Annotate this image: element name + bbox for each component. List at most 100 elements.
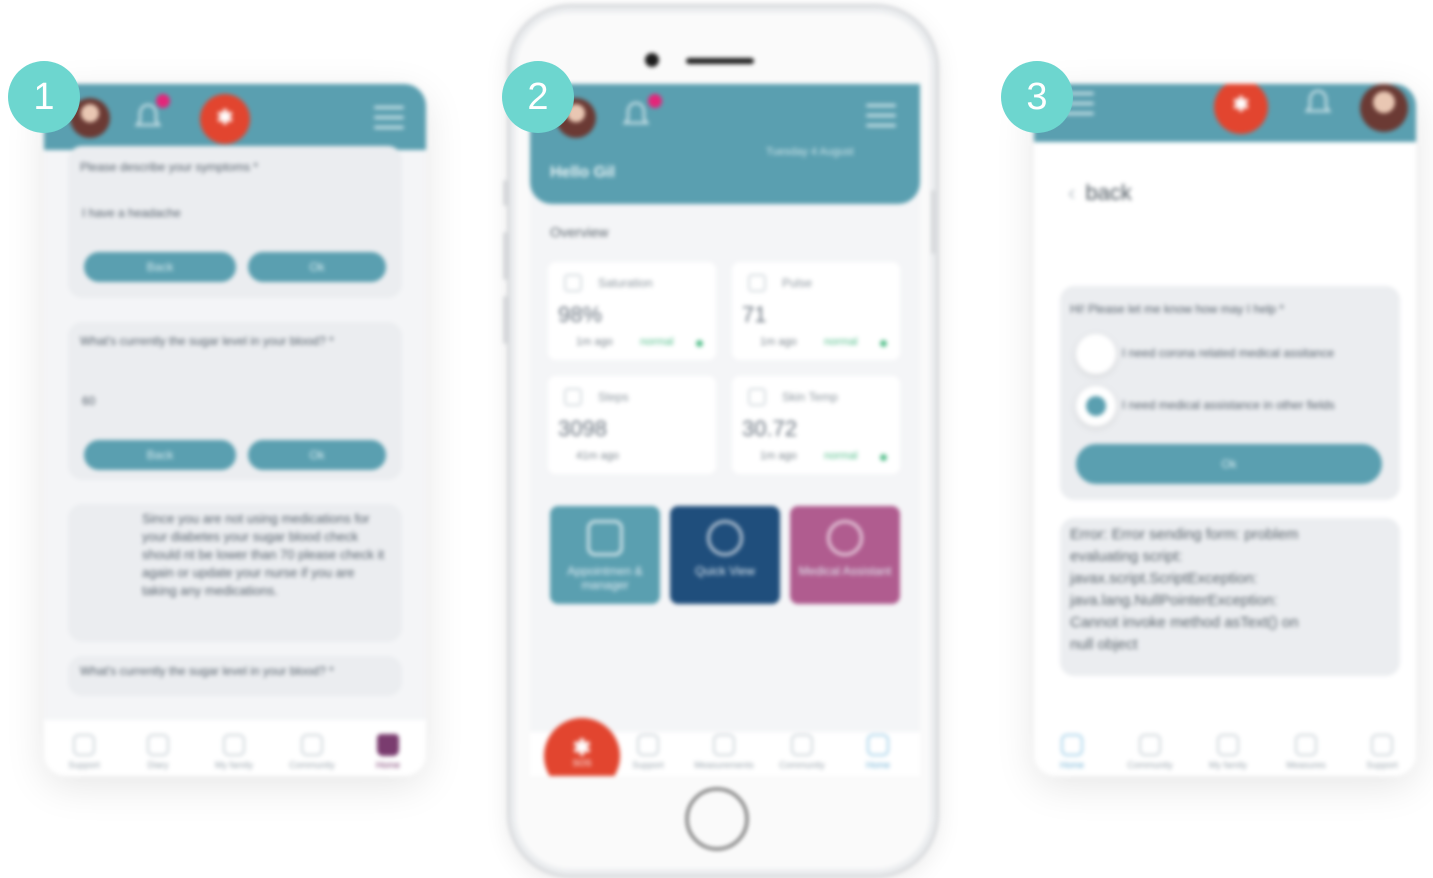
nav-measurements[interactable]: Measurements (694, 734, 754, 770)
ok-button[interactable]: Ok (248, 252, 386, 282)
error-text: Error: Error sending form: problem evalu… (1070, 526, 1299, 653)
nav-family[interactable]: My family (204, 734, 264, 770)
heart-icon (748, 274, 766, 292)
steps-icon (564, 388, 582, 406)
panel-1-chat: ✱ Please describe your symptoms * I have… (44, 84, 426, 776)
home-button[interactable] (686, 788, 748, 850)
phone-button (503, 296, 507, 344)
panel-1-header: ✱ (44, 84, 426, 150)
step-badge-3: 3 (1001, 61, 1073, 133)
step-badge-1: 1 (8, 61, 80, 133)
date-label: Tuesday 4 August (766, 146, 854, 158)
sos-button[interactable]: ✱ (200, 94, 250, 144)
saturation-icon (564, 274, 582, 292)
nav-support[interactable]: Support (1352, 734, 1412, 770)
greeting: Hello Gil (550, 164, 615, 181)
back-link[interactable]: ‹ back (1068, 180, 1132, 206)
pencil-icon (1295, 734, 1317, 756)
pencil-icon (147, 734, 169, 756)
nav-home[interactable]: Home (358, 734, 418, 770)
help-form-card: Hi! Please let me know how may I help * … (1060, 286, 1400, 500)
speaker (686, 58, 754, 64)
bottom-nav: Support Diary My family Community Home (44, 720, 426, 776)
support-icon (1371, 734, 1393, 756)
chat-icon (301, 734, 323, 756)
message-card: Since you are not using medications for … (68, 504, 402, 642)
question-text: What's currently the sugar level in your… (80, 334, 334, 348)
phone-header: Tuesday 4 August Hello Gil (530, 84, 920, 204)
phone-screen: Tuesday 4 August Hello Gil Overview Satu… (530, 84, 920, 776)
nav-home[interactable]: Home (1042, 734, 1102, 770)
nav-measures[interactable]: Measures (1276, 734, 1336, 770)
notification-dot (648, 94, 662, 108)
panel-3-header: ✱ (1034, 84, 1416, 142)
metric-steps[interactable]: Steps 3098 41m ago (548, 376, 716, 474)
support-icon (637, 734, 659, 756)
back-button[interactable]: Back (84, 440, 236, 470)
chat-icon (791, 734, 813, 756)
nav-diary[interactable]: Diary (128, 734, 188, 770)
option-2-label: I need medical assistance in other field… (1122, 398, 1335, 412)
panel-3-help: ✱ ‹ back Hi! Please let me know how may I… (1034, 84, 1416, 776)
answer-text: 60 (82, 394, 96, 408)
answer-text: I have a headache (82, 206, 181, 220)
nav-community[interactable]: Community (282, 734, 342, 770)
metric-saturation[interactable]: Saturation 98% 1m ago normal (548, 262, 716, 360)
ok-button[interactable]: Ok (248, 440, 386, 470)
phone-button (503, 232, 507, 280)
radio-option-1[interactable] (1076, 334, 1116, 374)
notification-dot (156, 94, 170, 108)
family-icon (1217, 734, 1239, 756)
avatar[interactable] (1360, 84, 1408, 132)
symptom-card: Please describe your symptoms * I have a… (68, 146, 402, 298)
step-badge-2: 2 (502, 61, 574, 133)
metric-pulse[interactable]: Pulse 71 1m ago normal (732, 262, 900, 360)
medical-cross-icon (827, 520, 863, 556)
nav-home[interactable]: Home (848, 734, 908, 770)
tile-medical-assistant[interactable]: Medical Assistant (790, 506, 900, 604)
question-text: Please describe your symptoms * (80, 160, 259, 174)
bell-icon[interactable] (1304, 88, 1332, 118)
nav-community[interactable]: Community (772, 734, 832, 770)
status-dot (696, 340, 703, 347)
user-check-icon (707, 520, 743, 556)
sugar-card-2: What's currently the sugar level in your… (68, 656, 402, 696)
pencil-icon (713, 734, 735, 756)
phone-button (503, 180, 507, 206)
nav-support[interactable]: Support (54, 734, 114, 770)
option-1-label: I need corona related medical assitance (1122, 346, 1335, 360)
message-text: Since you are not using medications for … (142, 511, 385, 598)
ok-button[interactable]: Ok (1076, 444, 1382, 484)
error-card: Error: Error sending form: problem evalu… (1060, 518, 1400, 676)
question-text: What's currently the sugar level in your… (80, 664, 334, 678)
menu-icon[interactable] (374, 106, 404, 130)
sugar-card: What's currently the sugar level in your… (68, 322, 402, 480)
status-dot (880, 340, 887, 347)
thermometer-icon (748, 388, 766, 406)
home-icon (1061, 734, 1083, 756)
camera (645, 53, 659, 67)
sos-button[interactable]: ✱ (1214, 84, 1268, 134)
nav-support[interactable]: Support (618, 734, 678, 770)
support-icon (73, 734, 95, 756)
radio-option-2[interactable] (1076, 386, 1116, 426)
status-dot (880, 454, 887, 461)
menu-icon[interactable] (866, 104, 896, 128)
nav-community[interactable]: Community (1120, 734, 1180, 770)
sos-button[interactable]: ✱ SOS (544, 718, 620, 776)
tile-quick-view[interactable]: Quick View (670, 506, 780, 604)
bottom-nav: Home Community My family Measures Suppor… (1034, 720, 1416, 776)
tile-appointments[interactable]: Appointmen & manager (550, 506, 660, 604)
calendar-icon (587, 520, 623, 556)
chevron-left-icon: ‹ (1068, 180, 1076, 205)
back-button[interactable]: Back (84, 252, 236, 282)
family-icon (223, 734, 245, 756)
overview-label: Overview (550, 224, 609, 240)
question-text: Hi! Please let me know how may I help * (1070, 302, 1285, 316)
bell-icon[interactable] (622, 100, 650, 130)
home-icon (867, 734, 889, 756)
nav-family[interactable]: My family (1198, 734, 1258, 770)
home-icon (377, 734, 399, 756)
metric-skin-temp[interactable]: Skin Temp 30.72 1m ago normal (732, 376, 900, 474)
chat-icon (1139, 734, 1161, 756)
